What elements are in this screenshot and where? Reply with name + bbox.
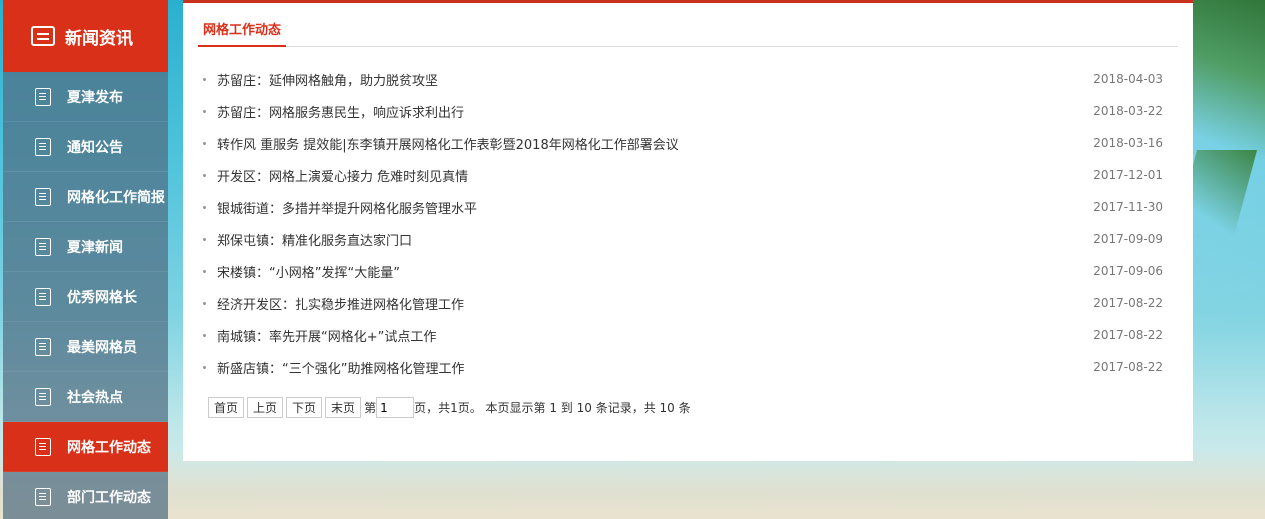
news-left: 南城镇：率先开展“网格化+”试点工作 [203,326,436,345]
news-date: 2017-12-01 [1093,168,1163,182]
sidebar-item-label: 夏津发布 [67,89,123,106]
list-item: 银城街道：多措并举提升网格化服务管理水平 2017-11-30 [203,191,1163,223]
sidebar-item-label: 社会热点 [67,389,123,406]
sidebar-item-label: 夏津新闻 [67,239,123,256]
sidebar-header: 新闻资讯 [3,0,168,72]
next-page-button[interactable]: 下页 [286,397,323,418]
sidebar-item-label: 部门工作动态 [67,489,151,506]
news-title-link[interactable]: 新盛店镇：“三个强化”助推网格化管理工作 [217,358,464,377]
news-title-link[interactable]: 经济开发区：扎实稳步推进网格化管理工作 [217,294,464,313]
bullet-icon [203,365,206,369]
list-item: 新盛店镇：“三个强化”助推网格化管理工作 2017-08-22 [203,351,1163,383]
sidebar-item-7[interactable]: 网格工作动态 [3,422,168,472]
list-item: 经济开发区：扎实稳步推进网格化管理工作 2017-08-22 [203,287,1163,319]
list-item: 开发区：网格上演爱心接力 危难时刻见真情 2017-12-01 [203,159,1163,191]
news-title-link[interactable]: 转作风 重服务 提效能|东李镇开展网格化工作表彰暨2018年网格化工作部署会议 [217,134,679,153]
news-title-link[interactable]: 南城镇：率先开展“网格化+”试点工作 [217,326,436,345]
news-left: 转作风 重服务 提效能|东李镇开展网格化工作表彰暨2018年网格化工作部署会议 [203,134,679,153]
document-icon [35,287,51,306]
page-number-input[interactable] [376,397,415,418]
page-summary: 页，共1页。 本页显示第 1 到 10 条记录，共 10 条 [414,401,691,415]
sidebar-item-0[interactable]: 夏津发布 [3,72,168,122]
bullet-icon [203,141,206,145]
news-title-link[interactable]: 开发区：网格上演爱心接力 危难时刻见真情 [217,166,468,185]
panel-header: 网格工作动态 [198,17,1178,47]
sidebar-item-label: 通知公告 [67,139,123,156]
document-icon [35,237,51,256]
news-left: 新盛店镇：“三个强化”助推网格化管理工作 [203,358,464,377]
news-title-link[interactable]: 苏留庄：网格服务惠民生，响应诉求利出行 [217,102,464,121]
bullet-icon [203,173,206,177]
sidebar-item-6[interactable]: 社会热点 [3,372,168,422]
first-page-button[interactable]: 首页 [208,397,245,418]
sidebar-item-8[interactable]: 部门工作动态 [3,472,168,519]
news-date: 2017-08-22 [1093,360,1163,374]
document-icon [35,437,51,456]
news-left: 银城街道：多措并举提升网格化服务管理水平 [203,198,477,217]
bullet-icon [203,269,206,273]
news-left: 郑保屯镇：精准化服务直达家门口 [203,230,412,249]
news-left: 苏留庄：网格服务惠民生，响应诉求利出行 [203,102,464,121]
sidebar-item-1[interactable]: 通知公告 [3,122,168,172]
document-icon [35,137,51,156]
sidebar-item-label: 网格工作动态 [67,439,151,456]
sidebar-item-3[interactable]: 夏津新闻 [3,222,168,272]
news-date: 2018-03-22 [1093,104,1163,118]
news-title-link[interactable]: 苏留庄：延伸网格触角，助力脱贫攻坚 [217,70,438,89]
bullet-icon [203,205,206,209]
page-title: 网格工作动态 [198,19,287,47]
bullet-icon [203,333,206,337]
bullet-icon [203,77,206,81]
document-icon [35,487,51,506]
sidebar-header-label: 新闻资讯 [65,28,133,49]
last-page-button[interactable]: 末页 [325,397,362,418]
news-date: 2018-03-16 [1093,136,1163,150]
list-item: 苏留庄：延伸网格触角，助力脱贫攻坚 2018-04-03 [203,63,1163,95]
news-date: 2017-08-22 [1093,296,1163,310]
document-icon [35,337,51,356]
sidebar-item-2[interactable]: 网格化工作简报 [3,172,168,222]
sidebar: 新闻资讯 夏津发布通知公告网格化工作简报 夏津新闻优秀网格长最美网格员社会热点网格… [3,0,168,519]
news-title-link[interactable]: 银城街道：多措并举提升网格化服务管理水平 [217,198,477,217]
main-panel: 网格工作动态 苏留庄：延伸网格触角，助力脱贫攻坚 2018-04-03 苏留庄：网格… [183,0,1193,461]
sidebar-item-label: 网格化工作简报 [67,189,165,206]
list-item: 转作风 重服务 提效能|东李镇开展网格化工作表彰暨2018年网格化工作部署会议 2… [203,127,1163,159]
news-date: 2017-09-09 [1093,232,1163,246]
list-item: 苏留庄：网格服务惠民生，响应诉求利出行 2018-03-22 [203,95,1163,127]
list-icon [31,26,55,46]
news-date: 2018-04-03 [1093,72,1163,86]
list-item: 宋楼镇：“小网格”发挥“大能量” 2017-09-06 [203,255,1163,287]
news-left: 经济开发区：扎实稳步推进网格化管理工作 [203,294,464,313]
list-item: 郑保屯镇：精准化服务直达家门口 2017-09-09 [203,223,1163,255]
news-left: 开发区：网格上演爱心接力 危难时刻见真情 [203,166,468,185]
news-left: 宋楼镇：“小网格”发挥“大能量” [203,262,400,281]
news-date: 2017-08-22 [1093,328,1163,342]
bullet-icon [203,237,206,241]
bullet-icon [203,301,206,305]
news-title-link[interactable]: 宋楼镇：“小网格”发挥“大能量” [217,262,400,281]
sidebar-item-5[interactable]: 最美网格员 [3,322,168,372]
pagination: 首页 上页 下页 末页 第 页，共1页。 本页显示第 1 到 10 条记录，共 … [208,397,1193,418]
prev-page-button[interactable]: 上页 [247,397,284,418]
sidebar-item-4[interactable]: 优秀网格长 [3,272,168,322]
news-date: 2017-09-06 [1093,264,1163,278]
news-date: 2017-11-30 [1093,200,1163,214]
list-item: 南城镇：率先开展“网格化+”试点工作 2017-08-22 [203,319,1163,351]
news-left: 苏留庄：延伸网格触角，助力脱贫攻坚 [203,70,438,89]
news-title-link[interactable]: 郑保屯镇：精准化服务直达家门口 [217,230,412,249]
page-prefix: 第 [364,401,377,415]
bullet-icon [203,109,206,113]
sidebar-item-label: 优秀网格长 [67,289,137,306]
document-icon [35,87,51,106]
document-icon [35,187,51,206]
sidebar-item-label: 最美网格员 [67,339,137,356]
document-icon [35,387,51,406]
news-list: 苏留庄：延伸网格触角，助力脱贫攻坚 2018-04-03 苏留庄：网格服务惠民生，响… [203,63,1163,383]
